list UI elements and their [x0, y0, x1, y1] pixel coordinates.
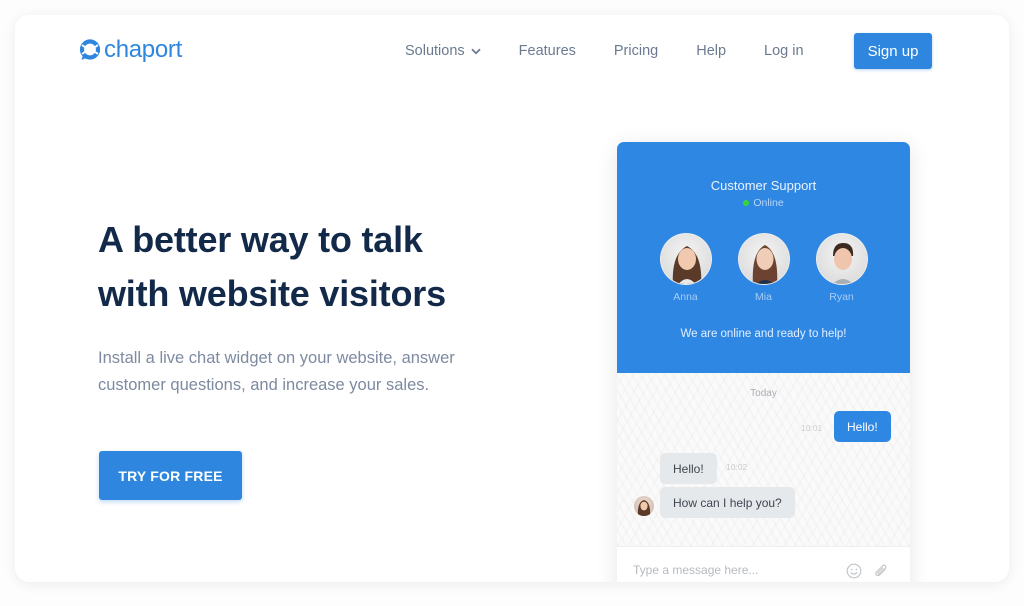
hero-title: A better way to talk with website visito… — [98, 213, 558, 321]
nav-features[interactable]: Features — [519, 43, 576, 59]
agent-avatar — [659, 233, 712, 285]
agent-name: Ryan — [829, 291, 854, 303]
nav-help[interactable]: Help — [696, 43, 726, 59]
widget-title: Customer Support — [710, 178, 817, 193]
nav-solutions-label: Solutions — [405, 43, 465, 59]
agent-avatar — [737, 233, 790, 285]
page-frame: chaport Solutions Features Pricing Help … — [15, 15, 1009, 582]
lifebuoy-icon — [79, 39, 101, 61]
agent-name: Mia — [755, 291, 772, 303]
message-input[interactable] — [633, 559, 833, 581]
widget-tagline: We are online and ready to help! — [680, 328, 847, 340]
hero-subtitle: Install a live chat widget on your websi… — [98, 349, 455, 394]
brand-name: chaport — [104, 36, 182, 63]
message-time: 10:02 — [726, 462, 748, 472]
brand-logo[interactable]: chaport — [79, 37, 182, 63]
online-dot-icon — [743, 200, 750, 206]
agent-list: Anna Mia Ryan — [617, 233, 910, 303]
agent-card: Mia — [737, 233, 790, 303]
chat-messages: Today 10:01 Hello! Hello! 10:02 How can … — [617, 373, 910, 546]
emoji-icon[interactable] — [846, 563, 862, 579]
message-time: 10:01 — [801, 423, 823, 433]
widget-header: Customer Support Online Anna Mia Ryan We… — [617, 142, 910, 373]
message-bubble-incoming: Hello! — [660, 453, 717, 484]
chat-widget-preview: Customer Support Online Anna Mia Ryan We… — [617, 142, 910, 582]
signup-button[interactable]: Sign up — [854, 33, 932, 69]
message-composer — [617, 546, 910, 582]
agent-card: Ryan — [815, 233, 868, 303]
hero-title-line2: with website visitors — [98, 273, 446, 314]
day-separator: Today — [750, 388, 777, 399]
agent-card: Anna — [659, 233, 712, 303]
agent-name: Anna — [673, 291, 698, 303]
agent-mini-avatar — [634, 496, 654, 516]
message-bubble-incoming: How can I help you? — [660, 487, 795, 518]
attachment-icon[interactable] — [873, 563, 889, 579]
message-bubble-outgoing: Hello! — [834, 411, 891, 442]
agent-avatar — [815, 233, 868, 285]
nav-solutions[interactable]: Solutions — [405, 43, 481, 59]
try-for-free-button[interactable]: TRY FOR FREE — [99, 451, 242, 500]
nav-pricing[interactable]: Pricing — [614, 43, 658, 59]
chevron-down-icon — [471, 48, 481, 54]
main-nav: Solutions Features Pricing Help Log in — [405, 40, 842, 62]
nav-login[interactable]: Log in — [764, 43, 804, 59]
widget-status: Online — [617, 197, 910, 209]
widget-status-label: Online — [753, 197, 784, 209]
hero-title-line1: A better way to talk — [98, 219, 423, 260]
